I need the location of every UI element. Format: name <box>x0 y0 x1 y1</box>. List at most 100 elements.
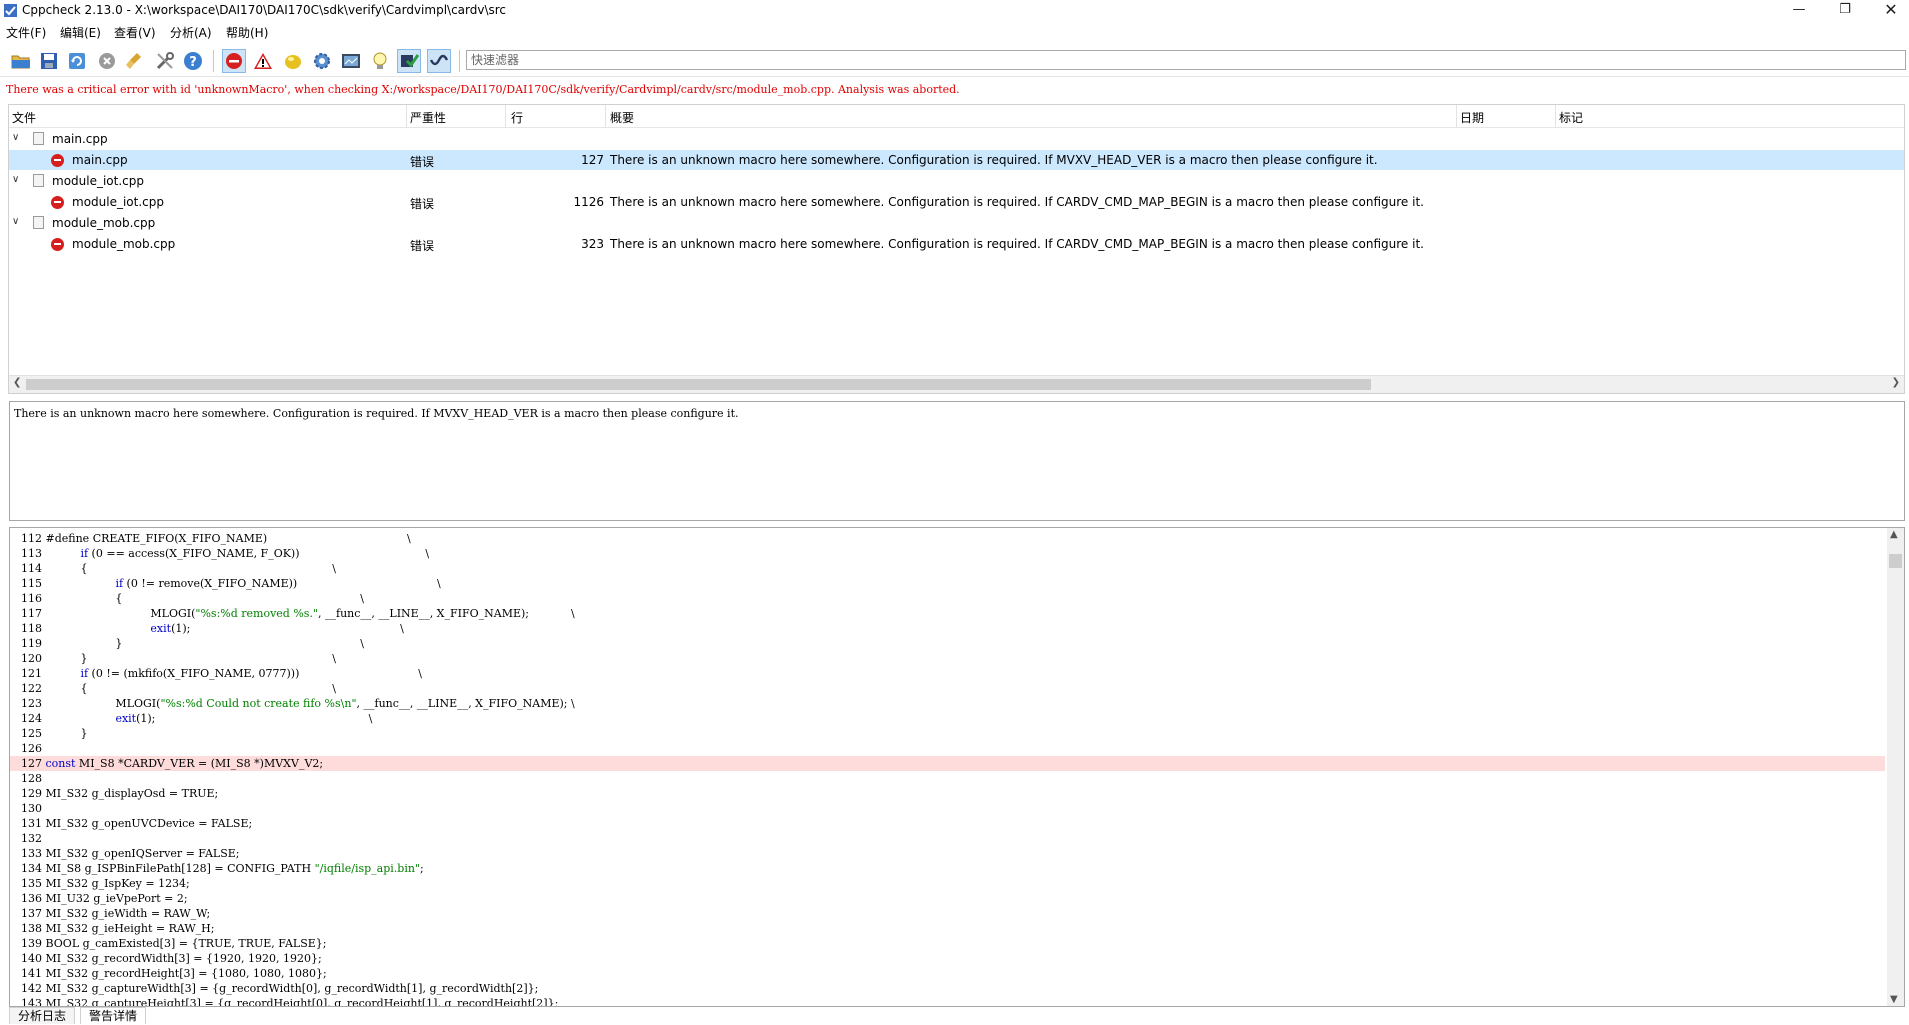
tree-error-row[interactable]: module_mob.cpp 错误 323 There is an unknow… <box>9 234 1904 254</box>
save-icon[interactable] <box>37 49 61 73</box>
menu-help[interactable]: 帮助(H) <box>226 24 268 41</box>
code-line: 135 MI_S32 g_IspKey = 1234; <box>21 877 190 890</box>
error-file: module_iot.cpp <box>72 195 164 209</box>
details-pane[interactable]: There is an unknown macro here somewhere… <box>9 401 1905 521</box>
code-line: 114 { \ <box>21 562 336 575</box>
code-line: 127 const MI_S8 *CARDV_VER = (MI_S8 *)MV… <box>10 756 1885 771</box>
results-header: 文件 严重性 行 概要 日期 标记 <box>9 105 1904 128</box>
column-divider[interactable] <box>505 105 506 127</box>
tree-file-row[interactable]: ∨ module_mob.cpp <box>9 213 1904 233</box>
show-style-icon[interactable] <box>281 49 305 73</box>
tree-error-row[interactable]: main.cpp 错误 127 There is an unknown macr… <box>9 150 1904 170</box>
code-line: 129 MI_S32 g_displayOsd = TRUE; <box>21 787 219 800</box>
error-line: 127 <box>581 153 604 167</box>
critical-error-message: There was a critical error with id 'unkn… <box>6 83 960 96</box>
menu-view[interactable]: 查看(V) <box>114 24 156 41</box>
file-icon <box>33 174 44 187</box>
file-icon <box>33 216 44 229</box>
code-line: 113 if (0 == access(X_FIFO_NAME, F_OK)) … <box>21 547 430 560</box>
error-line: 323 <box>581 237 604 251</box>
minimize-button[interactable]: — <box>1776 0 1822 22</box>
close-button[interactable]: ✕ <box>1868 0 1909 22</box>
vertical-scroll-thumb[interactable] <box>1889 554 1902 568</box>
expand-chevron-icon[interactable]: ∨ <box>12 216 19 227</box>
show-portability-icon[interactable] <box>339 49 363 73</box>
show-errors-icon[interactable] <box>222 49 246 73</box>
scroll-down-arrow-icon[interactable]: ▼ <box>1890 994 1898 1005</box>
code-line: 121 if (0 != (mkfifo(X_FIFO_NAME, 0777))… <box>21 667 422 680</box>
expand-chevron-icon[interactable]: ∨ <box>12 132 19 143</box>
open-folder-icon[interactable] <box>9 49 33 73</box>
help-icon[interactable]: ? <box>181 49 205 73</box>
code-line: 124 exit(1); \ <box>21 712 373 725</box>
show-performance-icon[interactable] <box>310 49 334 73</box>
vertical-scrollbar[interactable]: ▲ ▼ <box>1887 528 1904 1006</box>
code-line: 134 MI_S8 g_ISPBinFilePath[128] = CONFIG… <box>21 862 424 875</box>
menu-file[interactable]: 文件(F) <box>6 24 46 41</box>
code-line: 126 <box>21 742 42 755</box>
cppcheck-app-icon <box>4 4 17 17</box>
code-line: 136 MI_U32 g_ieVpePort = 2; <box>21 892 188 905</box>
error-summary: There is an unknown macro here somewhere… <box>610 153 1378 167</box>
quick-filter-input[interactable] <box>467 51 1909 69</box>
error-severity: 错误 <box>410 197 435 211</box>
clear-broom-icon[interactable] <box>123 49 147 73</box>
menu-edit[interactable]: 编辑(E) <box>60 24 101 41</box>
error-summary: There is an unknown macro here somewhere… <box>610 237 1424 251</box>
show-information-icon[interactable] <box>368 49 392 73</box>
menu-analyze[interactable]: 分析(A) <box>170 24 212 41</box>
code-viewer[interactable]: 112 #define CREATE_FIFO(X_FIFO_NAME) \ 11… <box>9 527 1905 1007</box>
column-divider[interactable] <box>1555 105 1556 127</box>
horizontal-scrollbar[interactable]: ❮ ❯ <box>9 375 1904 393</box>
results-tree[interactable]: 文件 严重性 行 概要 日期 标记 ∨ main.cpp main.cpp 错误… <box>8 104 1905 394</box>
code-line: 116 { \ <box>21 592 364 605</box>
tree-file-row[interactable]: ∨ module_iot.cpp <box>9 171 1904 191</box>
refresh-icon[interactable] <box>65 49 89 73</box>
scroll-right-arrow-icon[interactable]: ❯ <box>1892 377 1900 388</box>
column-divider[interactable] <box>605 105 606 127</box>
code-line: 141 MI_S32 g_recordHeight[3] = {1080, 10… <box>21 967 327 980</box>
error-severity: 错误 <box>410 239 435 253</box>
column-header-file[interactable]: 文件 <box>12 109 36 126</box>
maximize-button[interactable]: ❐ <box>1822 0 1868 22</box>
show-warnings-icon[interactable] <box>251 49 275 73</box>
code-line: 122 { \ <box>21 682 336 695</box>
scroll-left-arrow-icon[interactable]: ❮ <box>13 377 21 388</box>
error-icon <box>51 196 64 209</box>
column-divider[interactable] <box>406 105 407 127</box>
code-line: 142 MI_S32 g_captureWidth[3] = {g_record… <box>21 982 539 995</box>
tree-file-row[interactable]: ∨ main.cpp <box>9 129 1904 149</box>
quick-filter-box[interactable] <box>466 50 1909 70</box>
code-line: 123 MLOGI("%s:%d Could not create fifo %… <box>21 697 575 710</box>
code-line: 128 <box>21 772 42 785</box>
column-divider[interactable] <box>1456 105 1457 127</box>
cert-checks-icon[interactable] <box>397 49 421 73</box>
svg-text:?: ? <box>189 55 197 70</box>
code-line: 125 } <box>21 727 88 740</box>
expand-chevron-icon[interactable]: ∨ <box>12 174 19 185</box>
file-icon <box>33 132 44 145</box>
toolbar-separator <box>459 50 460 72</box>
tab-warning-details[interactable]: 警告详情 <box>80 1007 147 1024</box>
menu-bar: 文件(F) 编辑(E) 查看(V) 分析(A) 帮助(H) <box>0 22 1909 42</box>
column-header-severity[interactable]: 严重性 <box>410 109 446 126</box>
error-icon <box>51 238 64 251</box>
code-line: 137 MI_S32 g_ieWidth = RAW_W; <box>21 907 211 920</box>
stop-icon[interactable] <box>95 49 119 73</box>
tree-error-row[interactable]: module_iot.cpp 错误 1126 There is an unkno… <box>9 192 1904 212</box>
settings-tools-icon[interactable] <box>153 49 177 73</box>
horizontal-scroll-thumb[interactable] <box>26 379 1371 390</box>
scroll-up-arrow-icon[interactable]: ▲ <box>1890 529 1898 540</box>
column-header-tag[interactable]: 标记 <box>1559 109 1583 126</box>
file-name: main.cpp <box>52 132 108 146</box>
error-line: 1126 <box>573 195 604 209</box>
column-header-date[interactable]: 日期 <box>1460 109 1484 126</box>
column-header-line[interactable]: 行 <box>511 109 523 126</box>
column-header-summary[interactable]: 概要 <box>610 109 634 126</box>
wave-icon[interactable] <box>427 49 451 73</box>
error-file: module_mob.cpp <box>72 237 176 251</box>
error-severity: 错误 <box>410 155 435 169</box>
tab-analysis-log[interactable]: 分析日志 <box>9 1007 76 1024</box>
error-summary: There is an unknown macro here somewhere… <box>610 195 1424 209</box>
code-line: 138 MI_S32 g_ieHeight = RAW_H; <box>21 922 215 935</box>
